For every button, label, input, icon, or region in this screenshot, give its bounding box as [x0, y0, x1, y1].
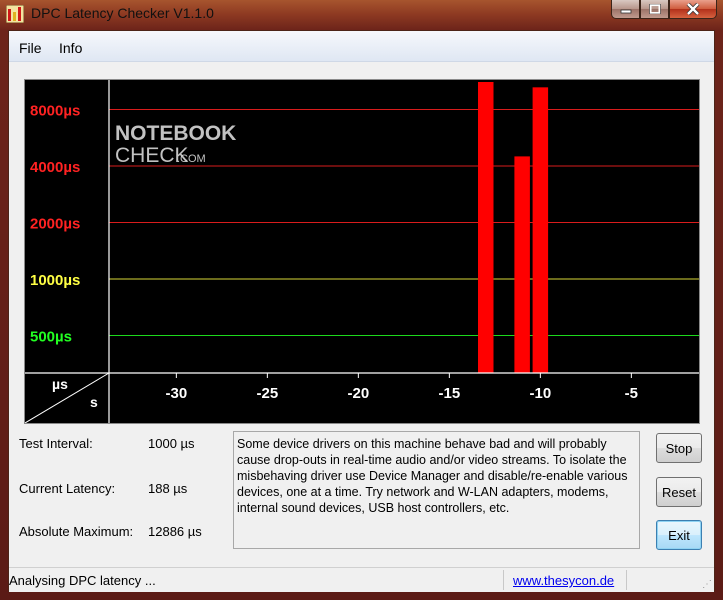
test-interval-value: 1000 µs: [148, 436, 195, 451]
menu-bar: File Info: [9, 31, 714, 62]
x-tick-label: -5: [625, 385, 638, 402]
absolute-maximum-label: Absolute Maximum:: [19, 524, 134, 539]
watermark-line1: NOTEBOOK: [115, 122, 236, 145]
x-tick-label: -30: [166, 385, 188, 402]
maximize-icon: [648, 4, 661, 14]
window-title: DPC Latency Checker V1.1.0: [31, 5, 214, 21]
app-window: DPC Latency Checker V1.1.0 File Info 500…: [0, 0, 723, 600]
minimize-button[interactable]: [611, 0, 640, 19]
latency-chart: 500µs1000µs2000µs4000µs8000µs16000µs NOT…: [24, 46, 700, 424]
x-tick-label: -15: [439, 385, 461, 402]
latency-bar: [478, 82, 494, 373]
message-box: Some device drivers on this machine beha…: [233, 431, 640, 549]
y-tick-label: 8000µs: [30, 103, 80, 120]
latency-bar: [532, 87, 549, 373]
exit-button[interactable]: Exit: [656, 520, 702, 550]
resize-grip-icon[interactable]: ⋰: [702, 579, 712, 590]
test-interval-label: Test Interval:: [19, 436, 93, 451]
watermark-suffix: .COM: [177, 153, 206, 165]
x-tick-label: -20: [348, 385, 370, 402]
app-icon: [6, 5, 24, 23]
latency-chart-svg: 500µs1000µs2000µs4000µs8000µs16000µs NOT…: [24, 46, 699, 424]
x-tick-label: -10: [530, 385, 552, 402]
maximize-button[interactable]: [640, 0, 669, 19]
stop-button[interactable]: Stop: [656, 433, 702, 463]
x-tick-label: -25: [257, 385, 279, 402]
y-tick-label: 2000µs: [30, 216, 80, 233]
status-text: Analysing DPC latency ...: [9, 573, 156, 588]
status-separator: [503, 570, 504, 590]
y-tick-label: 4000µs: [30, 159, 80, 176]
website-link[interactable]: www.thesycon.de: [513, 573, 614, 588]
y-tick-label: 500µs: [30, 329, 72, 346]
close-icon: [686, 3, 700, 15]
menu-file[interactable]: File: [19, 40, 42, 56]
window-controls: [611, 0, 717, 20]
title-bar[interactable]: DPC Latency Checker V1.1.0: [0, 0, 723, 28]
close-button[interactable]: [669, 0, 717, 19]
menu-info[interactable]: Info: [59, 40, 82, 56]
minimize-icon: [620, 9, 631, 14]
client-area: File Info 500µs 1000µs 2000µs 4000µs 8000µs 1…: [8, 30, 715, 592]
current-latency-value: 188 µs: [148, 481, 188, 496]
absolute-maximum-value: 12886 µs: [148, 524, 202, 539]
x-axis-unit-label: s: [90, 394, 98, 410]
y-axis-unit-label: µs: [52, 376, 68, 392]
reset-button[interactable]: Reset: [656, 477, 702, 507]
latency-bar: [514, 156, 530, 373]
status-separator: [626, 570, 627, 590]
current-latency-label: Current Latency:: [19, 481, 116, 496]
y-tick-label: 1000µs: [30, 272, 80, 289]
status-bar: Analysing DPC latency ... www.thesycon.d…: [9, 567, 714, 592]
